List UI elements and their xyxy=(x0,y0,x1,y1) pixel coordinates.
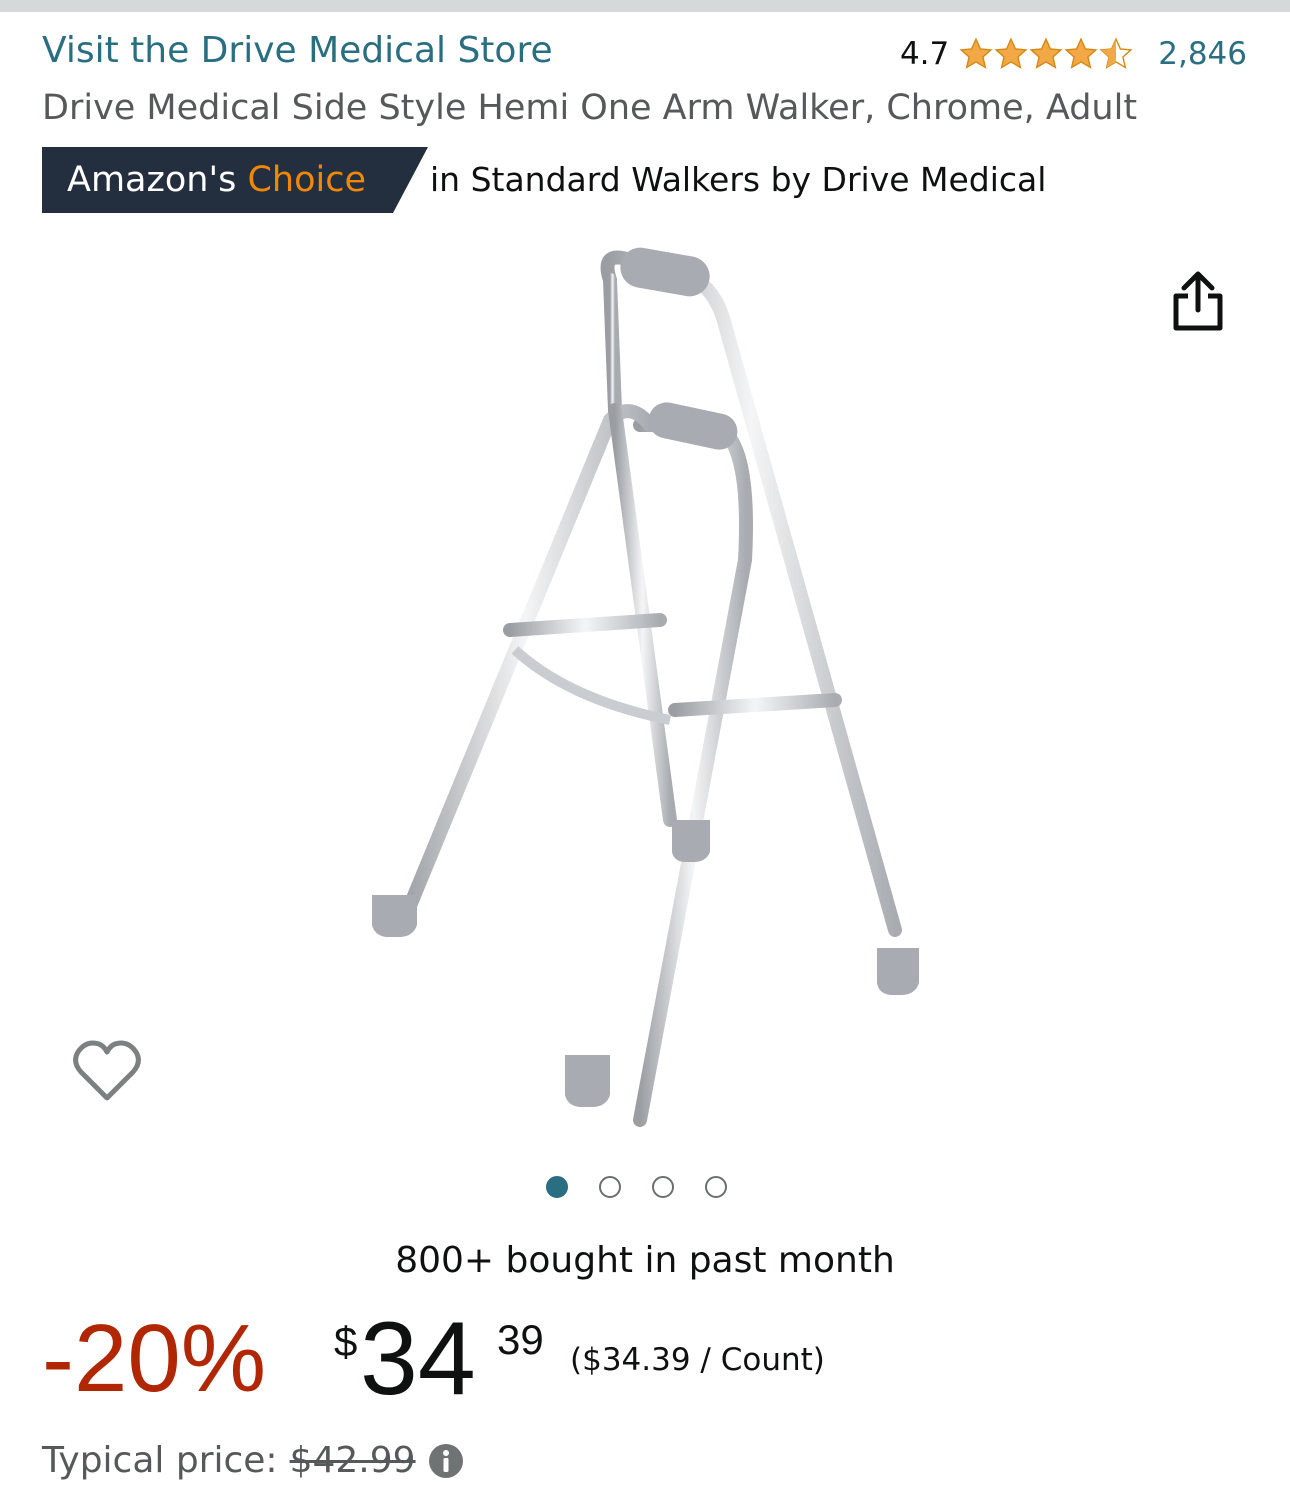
rating-summary[interactable]: 4.7 2,846 xyxy=(900,36,1247,72)
review-count-link[interactable]: 2,846 xyxy=(1158,36,1247,72)
top-divider xyxy=(0,0,1290,12)
star-rating xyxy=(959,37,1134,71)
typical-price-label: Typical price: xyxy=(42,1440,278,1481)
heart-icon[interactable] xyxy=(72,1036,142,1106)
star-icon xyxy=(1064,37,1098,69)
image-carousel-dots xyxy=(546,1176,727,1198)
unit-price: ($34.39 / Count) xyxy=(570,1342,825,1378)
price-fraction: 39 xyxy=(497,1316,544,1363)
carousel-dot[interactable] xyxy=(705,1176,727,1198)
star-icon xyxy=(994,37,1028,69)
info-icon[interactable] xyxy=(428,1443,464,1479)
store-link[interactable]: Visit the Drive Medical Store xyxy=(42,30,553,71)
product-title: Drive Medical Side Style Hemi One Arm Wa… xyxy=(42,88,1138,128)
share-icon[interactable] xyxy=(1170,270,1226,334)
carousel-dot[interactable] xyxy=(652,1176,674,1198)
star-icon xyxy=(959,37,993,69)
price-currency: $ xyxy=(334,1318,358,1365)
badge-context: in Standard Walkers by Drive Medical xyxy=(430,160,1047,199)
star-icon xyxy=(1029,37,1063,69)
carousel-dot[interactable] xyxy=(546,1176,568,1198)
discount-percent: -20% xyxy=(42,1305,267,1412)
amazons-choice-badge: Amazon's Choice xyxy=(42,147,428,213)
half-star-icon xyxy=(1099,37,1133,69)
typical-price-row: Typical price: $42.99 xyxy=(42,1440,464,1481)
bought-in-past-month: 800+ bought in past month xyxy=(395,1240,895,1281)
badge-accent: Choice xyxy=(247,160,366,200)
badge-prefix: Amazon's xyxy=(67,160,237,200)
rating-value: 4.7 xyxy=(899,36,950,72)
price-whole: 34 xyxy=(360,1301,476,1417)
carousel-dot[interactable] xyxy=(599,1176,621,1198)
typical-price-value: $42.99 xyxy=(289,1440,416,1481)
walker-product-image[interactable] xyxy=(340,230,940,1130)
